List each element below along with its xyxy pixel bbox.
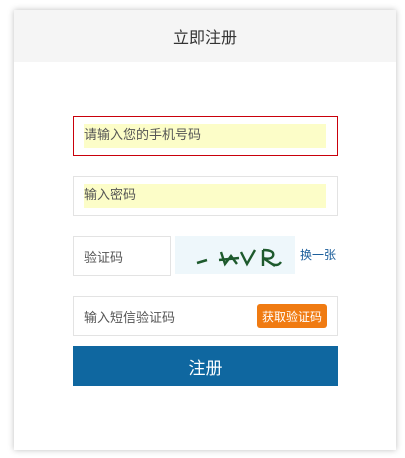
page-title: 立即注册 <box>172 28 237 47</box>
register-button[interactable]: 注册 <box>73 346 338 386</box>
password-field[interactable]: 输入密码 <box>73 176 338 216</box>
captcha-image[interactable] <box>175 236 295 274</box>
phone-field[interactable]: 请输入您的手机号码 <box>73 116 338 156</box>
card-header: 立即注册 <box>14 10 396 62</box>
captcha-input[interactable]: 验证码 <box>73 236 171 276</box>
sms-code-field[interactable]: 输入短信验证码 获取验证码 <box>73 296 338 336</box>
get-sms-code-button[interactable]: 获取验证码 <box>257 304 327 328</box>
register-card: 立即注册 请输入您的手机号码 输入密码 验证码 换一张 输入短信验证码 获取验证… <box>14 10 396 450</box>
phone-placeholder: 请输入您的手机号码 <box>84 124 326 148</box>
captcha-refresh-link[interactable]: 换一张 <box>300 246 336 263</box>
password-placeholder: 输入密码 <box>84 184 326 208</box>
sms-code-placeholder: 输入短信验证码 <box>84 310 176 326</box>
captcha-glyphs-icon <box>196 248 282 267</box>
captcha-placeholder: 验证码 <box>84 250 124 266</box>
